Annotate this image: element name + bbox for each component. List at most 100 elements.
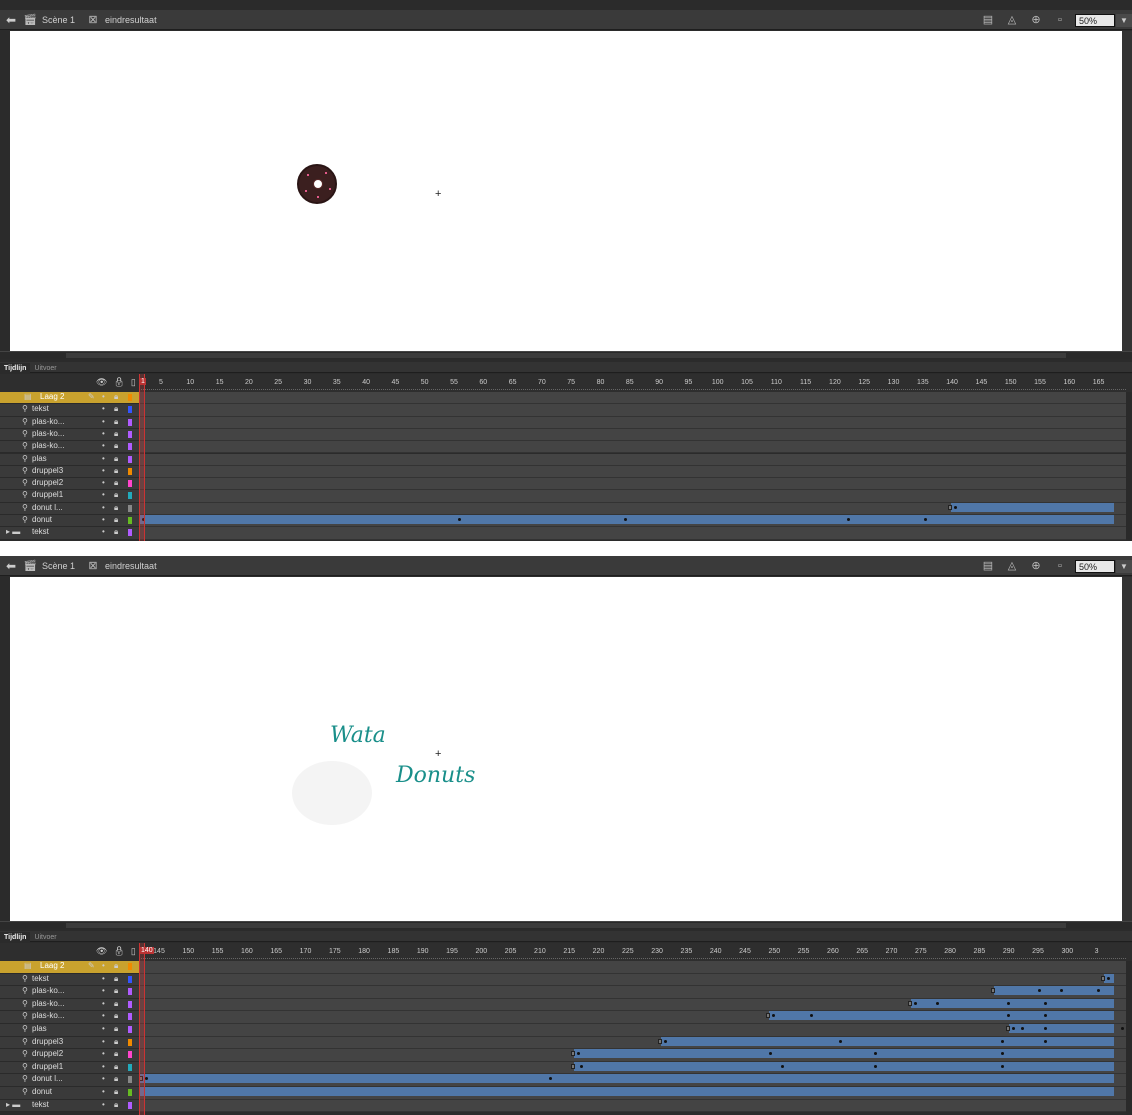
motion-tween-span[interactable]: [994, 986, 1114, 996]
empty-keyframe-marker[interactable]: [908, 1000, 912, 1006]
layer-header[interactable]: ▤ Laag 2 ✎ • 🔒︎: [0, 392, 139, 405]
layer-header[interactable]: ⚲ plas • 🔒︎: [0, 1024, 139, 1037]
layer-frames[interactable]: [139, 973, 1126, 987]
layer-frames[interactable]: [139, 1011, 1126, 1024]
keyframe-marker[interactable]: [1121, 1027, 1124, 1030]
layer-color-swatch[interactable]: [128, 430, 132, 438]
motion-tween-span[interactable]: [139, 1087, 1114, 1096]
lock-icon[interactable]: 🔒︎: [114, 478, 118, 488]
layer-row[interactable]: ⚲ plas-ko... • 🔒︎: [0, 441, 1132, 454]
zoom-dropdown-icon[interactable]: ▼: [1116, 559, 1132, 573]
layer-name[interactable]: plas-ko...: [32, 986, 64, 996]
lock-icon[interactable]: 🔒︎: [114, 1100, 118, 1110]
empty-keyframe-marker[interactable]: [1101, 975, 1105, 981]
layer-frames[interactable]: [139, 490, 1126, 503]
faded-donut-graphic[interactable]: [292, 761, 372, 825]
layer-color-swatch[interactable]: [128, 480, 132, 488]
layer-header[interactable]: ⚲ druppel1 • 🔒︎: [0, 1061, 139, 1075]
lock-icon[interactable]: 🔒︎: [114, 490, 118, 500]
visibility-dot-icon[interactable]: •: [102, 1049, 105, 1059]
layer-header[interactable]: ⚲ plas-ko... • 🔒︎: [0, 1011, 139, 1024]
tab-uitvoer[interactable]: Uitvoer: [30, 932, 60, 943]
keyframe-marker[interactable]: [458, 518, 461, 521]
visibility-dot-icon[interactable]: •: [102, 404, 105, 414]
lock-icon[interactable]: 🔒︎: [114, 1037, 118, 1047]
keyframe-marker[interactable]: [839, 1039, 842, 1043]
visibility-dot-icon[interactable]: •: [102, 441, 105, 451]
keyframe-marker[interactable]: [1001, 1064, 1004, 1068]
layer-frames[interactable]: [139, 416, 1126, 429]
layer-frames[interactable]: [139, 515, 1126, 528]
layer-header[interactable]: ⚲ plas-ko... • 🔒︎: [0, 416, 139, 429]
breadcrumb-symbol[interactable]: eindresultaat: [105, 15, 157, 25]
breadcrumb-scene[interactable]: Scène 1: [42, 15, 75, 25]
layer-header[interactable]: ⚲ druppel3 • 🔒︎: [0, 1036, 139, 1050]
clip-content-icon[interactable]: ▫: [1051, 14, 1069, 26]
layer-toggles-icons[interactable]: 👁︎🔒︎▯: [96, 946, 142, 957]
layer-color-swatch[interactable]: [128, 467, 132, 475]
layer-row[interactable]: ⚲ donut l... • 🔒︎: [0, 1074, 1132, 1087]
layer-row[interactable]: ⚲ plas • 🔒︎: [0, 1024, 1132, 1037]
layer-row[interactable]: ⚲ donut • 🔒︎: [0, 1087, 1132, 1100]
motion-tween-span[interactable]: [574, 1061, 1114, 1071]
layer-header[interactable]: ⚲ plas-ko... • 🔒︎: [0, 998, 139, 1012]
keyframe-marker[interactable]: [1001, 1039, 1004, 1043]
layer-name[interactable]: druppel2: [32, 1049, 63, 1059]
layer-header[interactable]: ⚲ tekst • 🔒︎: [0, 973, 139, 987]
keyframe-marker[interactable]: [936, 1001, 939, 1005]
lock-icon[interactable]: 🔒︎: [114, 527, 118, 537]
layer-color-swatch[interactable]: [128, 529, 132, 537]
layer-frames[interactable]: [139, 1049, 1126, 1062]
keyframe-marker[interactable]: [874, 1064, 877, 1068]
clip-content-icon[interactable]: ▫: [1051, 560, 1069, 572]
keyframe-marker[interactable]: [781, 1064, 784, 1068]
timeline-scrollbar[interactable]: [1126, 392, 1132, 541]
visibility-dot-icon[interactable]: •: [102, 503, 105, 513]
layer-color-swatch[interactable]: [128, 988, 132, 996]
layer-color-swatch[interactable]: [128, 963, 132, 970]
back-arrow-icon[interactable]: ⬅: [0, 559, 22, 573]
keyframe-marker[interactable]: [1021, 1027, 1024, 1030]
center-stage-icon[interactable]: ⊕: [1027, 14, 1045, 26]
stage-horizontal-scrollbar[interactable]: [0, 351, 1132, 359]
layer-name[interactable]: tekst: [32, 527, 49, 537]
tab-tijdlijn[interactable]: Tijdlijn: [0, 363, 31, 374]
edit-symbols-icon[interactable]: ◬: [1003, 14, 1021, 26]
lock-icon[interactable]: 🔒︎: [114, 986, 118, 996]
layer-name[interactable]: plas-ko...: [32, 417, 64, 427]
layer-name[interactable]: plas: [32, 1024, 47, 1034]
layer-name[interactable]: druppel3: [32, 466, 63, 476]
layer-row[interactable]: ⚲ plas-ko... • 🔒︎: [0, 986, 1132, 999]
keyframe-marker[interactable]: [664, 1039, 667, 1043]
breadcrumb-scene[interactable]: Scène 1: [42, 561, 75, 571]
stage-text-donuts[interactable]: Donuts: [396, 763, 475, 788]
layer-color-swatch[interactable]: [128, 443, 132, 451]
layer-color-swatch[interactable]: [128, 492, 132, 500]
empty-keyframe-marker[interactable]: [571, 1063, 575, 1069]
lock-icon[interactable]: 🔒︎: [114, 961, 118, 971]
visibility-dot-icon[interactable]: •: [102, 961, 105, 971]
keyframe-marker[interactable]: [847, 518, 850, 521]
keyframe-marker[interactable]: [580, 1064, 583, 1068]
visibility-dot-icon[interactable]: •: [102, 986, 105, 996]
layer-color-swatch[interactable]: [128, 1051, 132, 1059]
frame-ruler[interactable]: 145 150 155 160 165 170 175 180 185 190 195 200 205 2…: [139, 943, 1126, 961]
motion-tween-span[interactable]: [911, 998, 1114, 1008]
lock-icon[interactable]: 🔒︎: [114, 404, 118, 414]
layer-name[interactable]: tekst: [32, 404, 49, 414]
keyframe-marker[interactable]: [954, 505, 957, 509]
layer-color-swatch[interactable]: [128, 1026, 132, 1033]
lock-icon[interactable]: 🔒︎: [114, 1087, 118, 1097]
visibility-dot-icon[interactable]: •: [102, 1100, 105, 1110]
playhead[interactable]: [139, 943, 145, 1115]
layer-name[interactable]: tekst: [32, 1100, 49, 1110]
layer-frames[interactable]: [139, 1024, 1126, 1037]
keyframe-marker[interactable]: [1044, 1027, 1047, 1030]
layer-header[interactable]: ⚲ donut • 🔒︎: [0, 1087, 139, 1100]
visibility-dot-icon[interactable]: •: [102, 392, 105, 402]
layer-name[interactable]: donut l...: [32, 503, 63, 513]
layer-frames[interactable]: [139, 502, 1126, 515]
layer-name[interactable]: plas-ko...: [32, 441, 64, 451]
lock-icon[interactable]: 🔒︎: [114, 441, 118, 451]
keyframe-marker[interactable]: [1007, 1001, 1010, 1005]
